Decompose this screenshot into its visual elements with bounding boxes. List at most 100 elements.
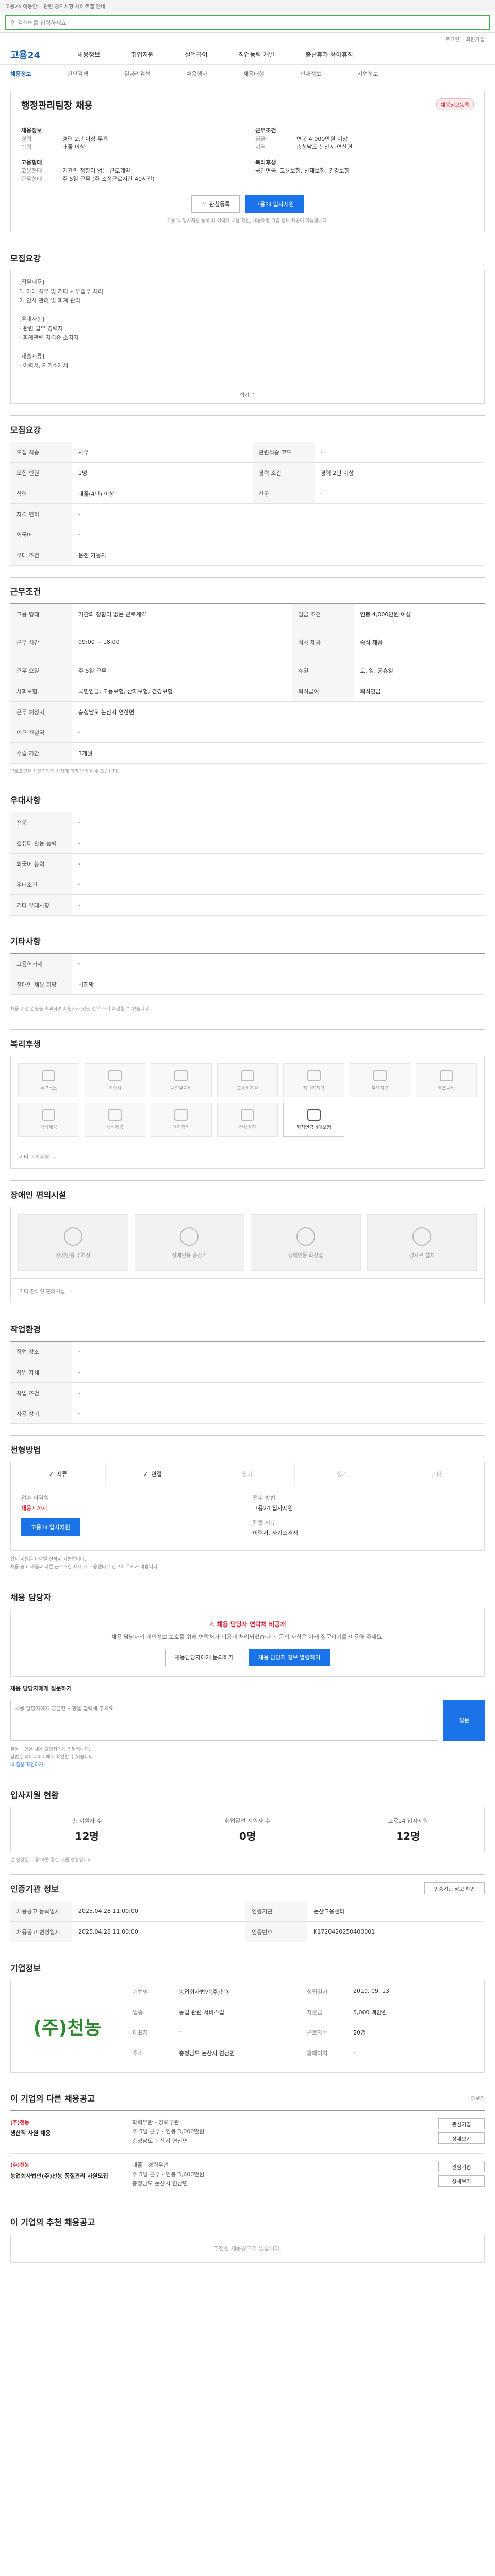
table-row: 근무 시간 09:00 ~ 18:00 식사 제공 중식 제공 xyxy=(10,624,485,660)
etc-table: 고용허가제 - 장애인 채용 희망 비희망 xyxy=(10,953,485,995)
stat-card: 고용24 입사지원 12명 xyxy=(331,1807,485,1852)
table-row: 기타 우대사항 - xyxy=(10,894,485,916)
welfare-item: 건강검진 xyxy=(217,1103,278,1137)
table-row: 근무 예정지 충청남도 논산시 연산면 xyxy=(10,701,485,722)
house-icon xyxy=(108,1070,122,1081)
gnb-item-jobs[interactable]: 채용정보 xyxy=(77,50,100,59)
contact-inquiry-button[interactable]: 채용담당자에게 문의하기 xyxy=(164,1649,243,1666)
health-icon xyxy=(240,1109,254,1121)
section-title: 작업환경 xyxy=(10,1325,41,1334)
my-question-link[interactable]: 내 질문 확인하기 xyxy=(10,1762,43,1768)
company-info: 기업명 농업회사법인(주)천농 설립일자 2010. 09. 13 업종 농업 관련 서… xyxy=(133,1988,389,2057)
detail-button[interactable]: 상세보기 xyxy=(438,2175,485,2187)
reginfo-button[interactable]: 인증기관 정보 확인 xyxy=(424,1882,485,1894)
subnav-item-2[interactable]: 일자리검색 xyxy=(124,70,151,78)
qna-input[interactable] xyxy=(10,1700,438,1741)
gnb-item-leave[interactable]: 출산휴가·육아휴직 xyxy=(306,50,353,59)
gnb-item-training[interactable]: 직업능력 개발 xyxy=(239,50,275,59)
section-title: 입사지원 현황 xyxy=(10,1790,59,1800)
table-row: 채용공고 변경일시 2025.04.28 11:00:00 인증번호 K1720420… xyxy=(10,1921,485,1942)
summary-row: 국민연금, 고용보험, 산재보험, 건강보험 xyxy=(255,167,350,174)
company-logo: (주)천농 xyxy=(11,1980,124,2072)
section-description: 모집요강 [직무내용] 1. 아래 직무 및 기타 사무업무 처리 2. 인사 … xyxy=(10,244,485,404)
table-row: 외국어 능력 - xyxy=(10,853,485,874)
home-icon xyxy=(373,1070,387,1081)
section-company: 기업정보 (주)천농 기업명 농업회사법인(주)천농 설립일자 2010. 09. 1… xyxy=(10,1954,485,2073)
qna-submit-button[interactable]: 질문 xyxy=(443,1700,485,1741)
qna-form: 질문 xyxy=(10,1700,485,1741)
site-logo[interactable]: 고용24 xyxy=(10,48,46,61)
desc-line: - 회계관련 자격증 소지자 xyxy=(19,334,79,341)
job-actions: ♡ 관심등록 고용24 입사지원 xyxy=(21,195,474,213)
contact-actions: 채용담당자에게 문의하기 채용 담당자 정보 열람하기 xyxy=(21,1649,474,1666)
summary-row: 임금 연봉 4,000만원 이상 xyxy=(255,135,348,142)
table-row: 자격 면허 - xyxy=(10,503,485,524)
section-title: 우대사항 xyxy=(10,795,41,805)
summary-row: 지역 충청남도 논산시 연산면 xyxy=(255,144,353,150)
subnav-item-6[interactable]: 기업정보 xyxy=(357,70,378,78)
collapse-button[interactable]: 접기 ⌃ xyxy=(240,391,255,400)
subnav-item-4[interactable]: 채용대행 xyxy=(243,70,264,78)
table-row: 고용허가제 - xyxy=(10,953,485,974)
section-title: 인증기관 정보 인증기관 정보 확인 xyxy=(10,1882,485,1894)
description-box: [직무내용] 1. 아래 직무 및 기타 사무업무 처리 2. 인사 관리 및 … xyxy=(10,270,485,404)
gnb-item-support[interactable]: 취업지원 xyxy=(131,50,154,59)
desc-line: [직무내용] xyxy=(19,279,45,285)
top-notice-text: 고용24 이용안내 관련 공지사항 사이트맵 안내 xyxy=(5,4,106,10)
table-row: 컴퓨터 활용 능력 - xyxy=(10,833,485,854)
subnav-item-1[interactable]: 간편검색 xyxy=(67,70,88,78)
subnav-item-0[interactable]: 채용정보 xyxy=(10,70,31,78)
section-title: 전형방법 xyxy=(10,1445,41,1455)
process-step: 기타 xyxy=(432,1471,442,1478)
interest-button[interactable]: ♡ 관심등록 xyxy=(191,195,240,213)
section-recent: 이 기업의 추천 채용공고 추천된 채용공고가 없습니다. xyxy=(10,2208,485,2263)
page-title: 행정관리팀장 채용 xyxy=(21,100,93,111)
welfare-grid: 통근버스 기숙사 차량유지비 교육비지원 자녀학자금 주택자금 경조사비 중식제… xyxy=(10,1056,485,1144)
apply-button-bottom[interactable]: 고용24 입사지원 xyxy=(21,1518,80,1536)
interest-company-button[interactable]: 관심기업 xyxy=(438,2161,485,2172)
process-step: 실기 xyxy=(295,1462,390,1486)
ramp-icon xyxy=(412,1227,432,1246)
check-icon: ✓ xyxy=(48,1470,54,1478)
section-title: 이 기업의 추천 채용공고 xyxy=(10,2217,95,2227)
login-link[interactable]: 로그인 xyxy=(446,35,460,43)
signup-link[interactable]: 회원가입 xyxy=(466,35,485,43)
search-input[interactable]: ⚲ 검색어를 입력하세요 xyxy=(5,15,490,30)
meal-icon xyxy=(42,1109,56,1121)
contact-view-button[interactable]: 채용 담당자 정보 열람하기 xyxy=(248,1649,331,1666)
desc-line: - 관련 업무 경력자 xyxy=(19,325,63,332)
subnav-item-3[interactable]: 채용행사 xyxy=(187,70,207,78)
apply-note: 고용24 입사지원 등록 시 이력서 내용 확인, 채용대행 기업 정보 제공이… xyxy=(167,218,328,224)
section-related: 이 기업의 다른 채용공고 더보기 (주)천농 생산직 사원 채용 학력무관 · 경… xyxy=(10,2084,485,2196)
list-item[interactable]: (주)천농 생산직 사원 채용 학력무관 · 경력무관 주 5일 근무 · 연봉 3… xyxy=(10,2111,485,2154)
welfare-item: 경조사비 xyxy=(416,1063,477,1097)
deadline-value: 채용시까지 xyxy=(21,1505,47,1512)
section-title: 복리후생 xyxy=(10,1039,41,1049)
detail-button[interactable]: 상세보기 xyxy=(438,2132,485,2144)
dinner-icon xyxy=(108,1109,122,1121)
desc-line: 2. 인사 관리 및 회계 관리 xyxy=(19,297,81,304)
apply-button[interactable]: 고용24 입사지원 xyxy=(245,195,304,213)
book-icon xyxy=(240,1070,254,1081)
gnb-item-benefit[interactable]: 실업급여 xyxy=(185,50,207,59)
disability-grid: 장애인용 주차장 장애인용 승강기 장애인용 화장실 경사로 설치 xyxy=(10,1207,485,1279)
disability-item: 장애인용 승강기 xyxy=(134,1214,244,1271)
summary-group-title: 근무조건 xyxy=(255,127,276,134)
related-more-link[interactable]: 더보기 xyxy=(470,2094,485,2102)
table-row: 작업 조건 - xyxy=(10,1382,485,1403)
contact-warning: ⚠ 채용 담당자 연락처 비공개 xyxy=(209,1621,286,1628)
table-row: 채용공고 등록일시 2025.04.28 11:00:00 인증기관 논산고용센터 xyxy=(10,1901,485,1922)
list-item[interactable]: (주)천농 농업회사법인(주)천농 품질관리 사원모집 대졸 · 경력무관 주 5일… xyxy=(10,2154,485,2196)
process-step: ✓ 면접 xyxy=(106,1462,201,1486)
interest-company-button[interactable]: 관심기업 xyxy=(438,2118,485,2129)
process-steps: ✓ 서류 ✓ 면접 필기 실기 기타 xyxy=(10,1462,485,1486)
etc-note: 채용 예정 인원을 초과하여 지원자가 있는 경우 조기 마감될 수 있습니다. xyxy=(10,1007,151,1012)
summary-group-title: 복리후생 xyxy=(255,159,276,166)
subnav-item-5[interactable]: 인재정보 xyxy=(301,70,321,78)
section-title: 근무조건 xyxy=(10,587,41,597)
check-icon: ✓ xyxy=(143,1470,148,1478)
welfare-etc: 기타 복리후생 - xyxy=(10,1144,485,1169)
table-row: 장애인 채용 희망 비희망 xyxy=(10,974,485,995)
table-row: 전공 - xyxy=(10,812,485,833)
qna-title: 채용 담당자에게 질문하기 xyxy=(10,1685,72,1692)
